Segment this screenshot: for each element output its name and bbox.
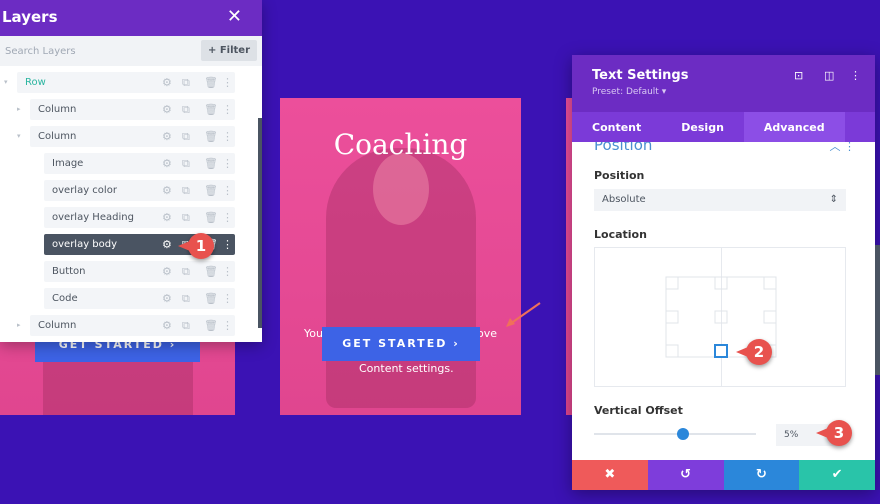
layer-item[interactable]: Column ⚙ ⧉ 🗑 ⋮ <box>30 99 235 120</box>
more-icon[interactable]: ⋮ <box>222 234 233 255</box>
position-label: Position <box>594 169 645 182</box>
more-icon[interactable]: ⋮ <box>222 207 233 228</box>
duplicate-icon[interactable]: ⧉ <box>182 180 190 201</box>
step-badge-1: 1 <box>178 233 214 259</box>
settings-scrollbar[interactable] <box>875 245 880 375</box>
duplicate-icon[interactable]: ⧉ <box>182 261 190 282</box>
gear-icon[interactable]: ⚙ <box>162 180 172 201</box>
gear-icon[interactable]: ⚙ <box>162 261 172 282</box>
card-title: Coaching <box>333 128 468 161</box>
more-icon[interactable]: ⋮ <box>222 288 233 309</box>
trash-icon[interactable]: 🗑 <box>204 288 218 309</box>
filter-button[interactable]: + Filter <box>200 40 257 61</box>
layer-label: overlay color <box>52 185 117 196</box>
collapse-icon[interactable]: ︿ ⋮ <box>830 142 856 154</box>
layer-label: Column <box>38 131 77 142</box>
more-icon[interactable]: ⋮ <box>222 72 233 93</box>
more-icon[interactable]: ⋮ <box>222 99 233 120</box>
duplicate-icon[interactable]: ⧉ <box>182 153 190 174</box>
scrollbar[interactable] <box>258 118 262 328</box>
body-text-left: You <box>304 327 323 340</box>
duplicate-icon[interactable]: ⧉ <box>182 126 190 147</box>
fullscreen-icon[interactable]: ⊡ <box>794 69 803 82</box>
layer-item[interactable]: Image ⚙ ⧉ 🗑 ⋮ <box>44 153 235 174</box>
preset-dropdown[interactable]: Preset: Default ▾ <box>592 87 875 97</box>
layers-panel: Layers ✕ Search Layers + Filter Row ⚙ ⧉ 🗑 ⋮ ▾ Co… <box>0 0 262 342</box>
duplicate-icon[interactable]: ⧉ <box>182 72 190 93</box>
layer-item[interactable]: overlay color ⚙ ⧉ 🗑 ⋮ <box>44 180 235 201</box>
layer-item[interactable]: Column ⚙ ⧉ 🗑 ⋮ <box>30 315 235 336</box>
layer-item[interactable]: Button ⚙ ⧉ 🗑 ⋮ <box>44 261 235 282</box>
tab-content[interactable]: Content <box>572 112 661 142</box>
position-select[interactable]: Absolute ⇕ <box>594 189 846 211</box>
search-layers-input[interactable]: Search Layers + Filter <box>0 36 262 66</box>
layer-label: Button <box>52 266 86 277</box>
more-icon[interactable]: ⋮ <box>222 153 233 174</box>
close-icon[interactable]: ✕ <box>227 6 242 27</box>
location-label: Location <box>594 228 647 241</box>
offset-label: Vertical Offset <box>594 404 683 417</box>
more-icon[interactable]: ⋮ <box>222 126 233 147</box>
trash-icon[interactable]: 🗑 <box>204 72 218 93</box>
more-icon[interactable]: ⋮ <box>222 261 233 282</box>
duplicate-icon[interactable]: ⧉ <box>182 315 190 336</box>
cta-button[interactable]: GET STARTED › <box>322 327 480 361</box>
split-view-icon[interactable]: ◫ <box>824 69 834 82</box>
trash-icon[interactable]: 🗑 <box>204 207 218 228</box>
gear-icon[interactable]: ⚙ <box>162 99 172 120</box>
layer-label: Code <box>52 293 78 304</box>
gear-icon[interactable]: ⚙ <box>162 126 172 147</box>
duplicate-icon[interactable]: ⧉ <box>182 288 190 309</box>
gear-icon[interactable]: ⚙ <box>162 234 172 255</box>
trash-icon[interactable]: 🗑 <box>204 99 218 120</box>
layer-label: overlay body <box>52 239 118 250</box>
tab-design[interactable]: Design <box>661 112 744 142</box>
gear-icon[interactable]: ⚙ <box>162 288 172 309</box>
offset-slider[interactable] <box>594 428 756 440</box>
location-grid[interactable] <box>594 247 846 387</box>
trash-icon[interactable]: 🗑 <box>204 315 218 336</box>
layer-item[interactable]: Column ⚙ ⧉ 🗑 ⋮ <box>30 126 235 147</box>
arrow-pointer-icon <box>506 302 541 327</box>
location-bottom-center[interactable] <box>714 344 728 358</box>
redo-button[interactable]: ↻ <box>723 460 800 490</box>
save-button[interactable]: ✔ <box>799 460 875 490</box>
expand-toggle-icon[interactable]: ▸ <box>17 105 21 113</box>
layer-label: Image <box>52 158 84 169</box>
step-badge-2: 2 <box>736 339 772 365</box>
more-icon[interactable]: ⋮ <box>222 315 233 336</box>
more-options-icon[interactable]: ⋮ <box>850 69 861 82</box>
gear-icon[interactable]: ⚙ <box>162 207 172 228</box>
more-icon[interactable]: ⋮ <box>222 180 233 201</box>
layer-item[interactable]: Code ⚙ ⧉ 🗑 ⋮ <box>44 288 235 309</box>
duplicate-icon[interactable]: ⧉ <box>182 207 190 228</box>
body-text-bottom: Content settings. <box>359 362 454 375</box>
trash-icon[interactable]: 🗑 <box>204 126 218 147</box>
layer-label: Column <box>38 320 77 331</box>
gear-icon[interactable]: ⚙ <box>162 153 172 174</box>
duplicate-icon[interactable]: ⧉ <box>182 99 190 120</box>
layer-item[interactable]: Row ⚙ ⧉ 🗑 ⋮ <box>17 72 235 93</box>
tab-advanced[interactable]: Advanced <box>743 112 845 142</box>
expand-toggle-icon[interactable]: ▸ <box>17 321 21 329</box>
layer-item[interactable]: overlay Heading ⚙ ⧉ 🗑 ⋮ <box>44 207 235 228</box>
section-title[interactable]: Position <box>594 142 652 154</box>
undo-button[interactable]: ↺ <box>647 460 724 490</box>
cancel-button[interactable]: ✖ <box>572 460 648 490</box>
trash-icon[interactable]: 🗑 <box>204 261 218 282</box>
layer-label: Row <box>25 77 46 88</box>
expand-toggle-icon[interactable]: ▾ <box>4 78 8 86</box>
trash-icon[interactable]: 🗑 <box>204 153 218 174</box>
layer-label: overlay Heading <box>52 212 134 223</box>
body-text-right: ove <box>477 327 498 340</box>
step-badge-3: 3 <box>816 420 852 446</box>
expand-toggle-icon[interactable]: ▾ <box>17 132 21 140</box>
layers-title: Layers <box>2 8 58 26</box>
middle-card: Coaching You ove Content settings. GET S… <box>280 98 521 415</box>
gear-icon[interactable]: ⚙ <box>162 72 172 93</box>
layer-label: Column <box>38 104 77 115</box>
gear-icon[interactable]: ⚙ <box>162 315 172 336</box>
trash-icon[interactable]: 🗑 <box>204 180 218 201</box>
